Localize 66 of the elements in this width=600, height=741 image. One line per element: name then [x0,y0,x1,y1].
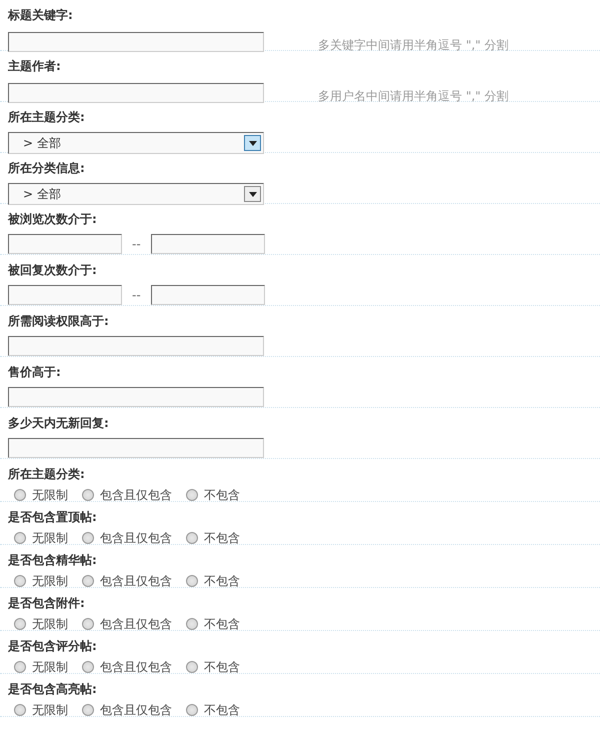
field-label: 多少天内无新回复: [8,415,109,432]
radio-button[interactable] [82,618,94,630]
field-label: 售价高于: [8,364,61,381]
radio-button[interactable] [186,618,198,630]
radio-label: 不包含 [204,487,240,504]
radio-label: 不包含 [204,659,240,676]
field-label: 标题关键字: [8,7,73,24]
hint-text: 多关键字中间请用半角逗号 "," 分割 [318,37,508,54]
radio-button[interactable] [186,704,198,716]
range-separator: -- [132,287,141,304]
field-label: 是否包含精华帖: [8,552,97,569]
field-label: 所需阅读权限高于: [8,313,109,330]
hint-text: 多用户名中间请用半角逗号 "," 分割 [318,88,508,105]
input-field[interactable] [8,32,264,52]
radio-button[interactable] [14,661,26,673]
dropdown[interactable]: > 全部 [8,132,264,154]
radio-label: 无限制 [32,702,68,719]
radio-button[interactable] [186,661,198,673]
input-field[interactable] [8,387,264,407]
input-field[interactable] [8,234,122,254]
field-label: 所在主题分类: [8,109,85,126]
field-label: 所在主题分类: [8,466,85,483]
input-field[interactable] [8,83,264,103]
radio-label: 包含且仅包含 [100,530,172,547]
radio-label: 包含且仅包含 [100,573,172,590]
radio-label: 包含且仅包含 [100,487,172,504]
radio-label: 无限制 [32,616,68,633]
radio-label: 包含且仅包含 [100,702,172,719]
input-field[interactable] [8,285,122,305]
radio-label: 无限制 [32,659,68,676]
radio-label: 不包含 [204,530,240,547]
input-field[interactable] [150,285,265,305]
field-label: 是否包含附件: [8,595,85,612]
radio-label: 不包含 [204,702,240,719]
radio-button[interactable] [82,704,94,716]
field-label: 主题作者: [8,58,61,75]
radio-button[interactable] [186,532,198,544]
radio-button[interactable] [186,575,198,587]
radio-label: 无限制 [32,573,68,590]
radio-button[interactable] [14,618,26,630]
field-label: 所在分类信息: [8,160,85,177]
input-field[interactable] [8,336,264,356]
radio-label: 不包含 [204,573,240,590]
radio-button[interactable] [186,489,198,501]
radio-button[interactable] [82,532,94,544]
field-label: 是否包含评分帖: [8,638,97,655]
radio-label: 无限制 [32,487,68,504]
field-label: 是否包含置顶帖: [8,509,97,526]
radio-label: 不包含 [204,616,240,633]
radio-button[interactable] [14,489,26,501]
field-label: 被浏览次数介于: [8,211,97,228]
radio-button[interactable] [14,532,26,544]
radio-button[interactable] [14,704,26,716]
radio-button[interactable] [82,661,94,673]
radio-button[interactable] [14,575,26,587]
field-label: 是否包含高亮帖: [8,681,97,698]
field-label: 被回复次数介于: [8,262,97,279]
radio-label: 无限制 [32,530,68,547]
dropdown[interactable]: > 全部 [8,183,264,205]
input-field[interactable] [8,438,264,458]
radio-label: 包含且仅包含 [100,616,172,633]
radio-button[interactable] [82,489,94,501]
radio-label: 包含且仅包含 [100,659,172,676]
range-separator: -- [132,236,141,253]
radio-button[interactable] [82,575,94,587]
input-field[interactable] [150,234,265,254]
